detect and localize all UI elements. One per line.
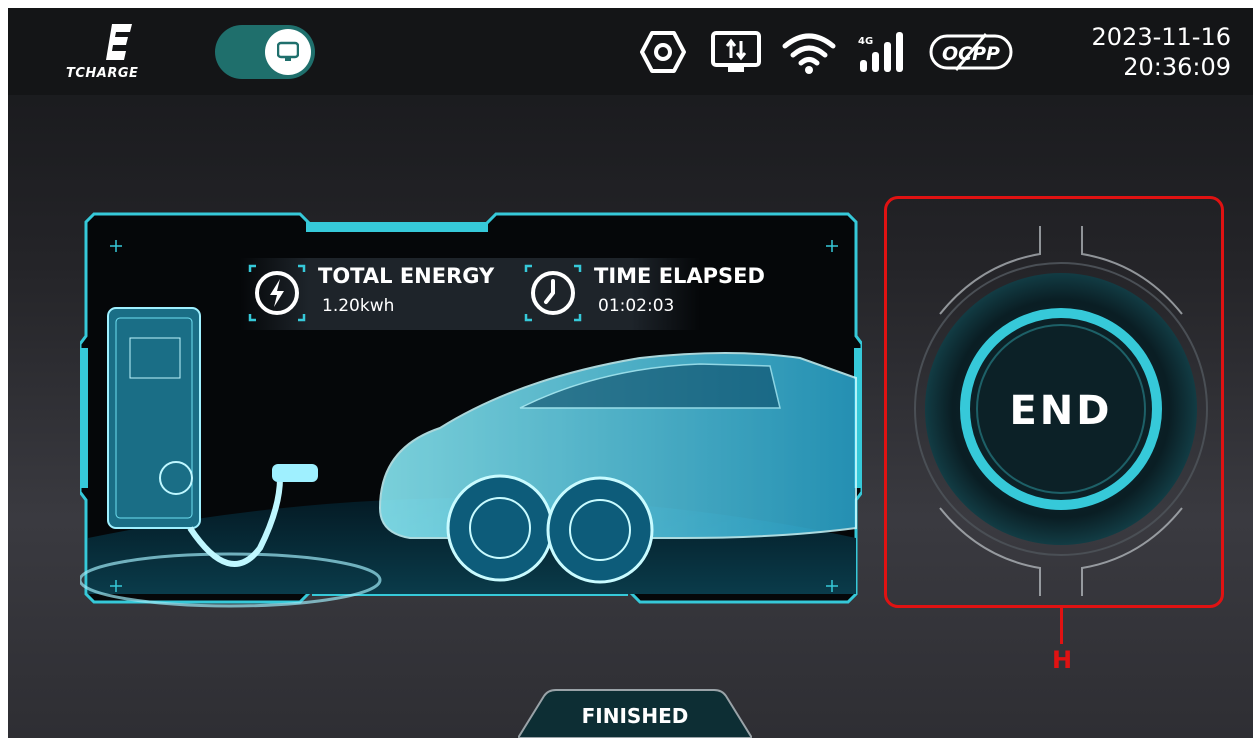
clock-icon (524, 264, 582, 322)
charging-panel: TOTAL ENERGY 1.20kwh TIME ELAPSED 01:02:… (80, 208, 862, 608)
settings-hex-icon[interactable] (640, 30, 686, 74)
annotation-connector (1060, 608, 1063, 644)
status-tab: FINISHED (516, 688, 754, 738)
datetime: 2023-11-16 20:36:09 (1092, 22, 1231, 82)
network-label: 4G (858, 36, 873, 47)
logo-mark-icon (106, 24, 132, 60)
status-label: FINISHED (581, 704, 689, 728)
top-bar: TCHARGE 4G 2023-11-16 20:36:09 (8, 8, 1253, 95)
time-text: 20:36:09 (1123, 53, 1231, 81)
time-value: 01:02:03 (598, 296, 675, 316)
display-toggle[interactable] (215, 25, 315, 79)
time-label: TIME ELAPSED (594, 264, 765, 288)
brand-name: TCHARGE (66, 66, 139, 81)
data-transfer-icon (711, 31, 761, 72)
lightning-icon (248, 264, 306, 322)
monitor-icon (277, 41, 299, 61)
annotation-label: H (1051, 646, 1073, 674)
date-text: 2023-11-16 (1091, 23, 1231, 51)
ocpp-disabled-icon: OCPP (929, 33, 1013, 71)
energy-label: TOTAL ENERGY (318, 264, 495, 288)
toggle-knob (265, 29, 311, 75)
brand-logo: TCHARGE (66, 24, 166, 84)
cellular-4g-icon: 4G (858, 32, 903, 72)
annotation-highlight-box (884, 196, 1224, 608)
wifi-icon (782, 33, 836, 74)
energy-value: 1.20kwh (322, 296, 395, 316)
